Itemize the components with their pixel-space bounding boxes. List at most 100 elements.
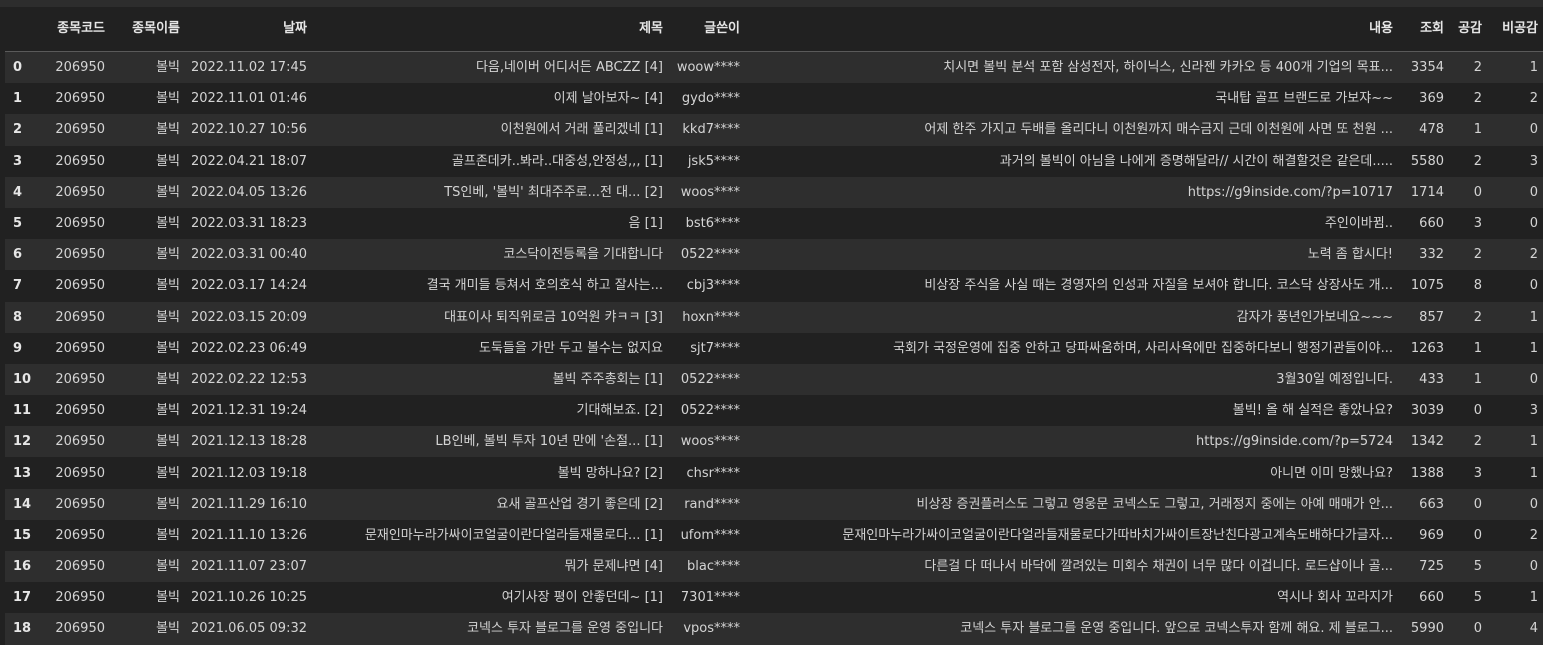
cell-content: 치시면 볼빅 분석 포함 삼성전자, 하이닉스, 신라젠 카카오 등 400개 … [943, 60, 1393, 76]
cell-title: 골프존데카..봐라..대중성,안정성,,, [1] [451, 153, 663, 169]
cell-likes: 1 [1473, 340, 1482, 356]
cell-date: 2021.06.05 09:32 [190, 621, 307, 637]
cell-views: 725 [1419, 559, 1444, 575]
cell-author: 0522**** [680, 403, 740, 419]
cell-stock-name: 볼빅 [156, 247, 180, 263]
header-views: 조회 [1398, 7, 1449, 52]
cell-date: 2021.11.10 13:26 [190, 527, 307, 543]
cell-author: bst6**** [685, 216, 740, 232]
cell-content: 비상장 주식을 사실 때는 경영자의 인성과 자질을 보셔야 합니다. 코스닥 … [924, 278, 1393, 294]
cell-views: 433 [1419, 371, 1444, 387]
cell-stock-name: 볼빅 [156, 434, 180, 450]
cell-dislikes: 2 [1529, 527, 1538, 543]
cell-content: 노력 좀 합시다! [1307, 247, 1393, 263]
cell-stock-code: 206950 [55, 278, 105, 294]
table-row: 7 206950 볼빅 2022.03.17 14:24 결국 개미들 등쳐서 … [5, 270, 1543, 302]
cell-title: TS인베, '볼빅' 최대주주로...전 대... [2] [444, 184, 663, 200]
cell-views: 663 [1419, 496, 1444, 512]
cell-date: 2022.10.27 10:56 [190, 122, 307, 138]
cell-stock-code: 206950 [55, 590, 105, 606]
cell-title: 결국 개미들 등쳐서 호의호식 하고 잘사는... [426, 278, 663, 294]
row-index: 12 [13, 434, 32, 450]
cell-stock-name: 볼빅 [156, 527, 180, 543]
table-row: 2 206950 볼빅 2022.10.27 10:56 이천원에서 거래 풀리… [5, 114, 1543, 146]
cell-stock-name: 볼빅 [156, 216, 180, 232]
cell-author: gydo**** [681, 91, 740, 107]
table-row: 17 206950 볼빅 2021.10.26 10:25 여기사장 평이 안좋… [5, 582, 1543, 614]
cell-likes: 2 [1473, 309, 1482, 325]
cell-content: https://g9inside.com/?p=10717 [1187, 184, 1393, 200]
cell-date: 2022.04.05 13:26 [190, 184, 307, 200]
cell-date: 2022.11.01 01:46 [190, 91, 307, 107]
cell-likes: 3 [1473, 216, 1482, 232]
row-index: 0 [13, 60, 23, 76]
header-likes: 공감 [1449, 7, 1487, 52]
cell-likes: 0 [1473, 621, 1482, 637]
cell-stock-code: 206950 [55, 247, 105, 263]
cell-views: 969 [1419, 527, 1444, 543]
cell-stock-code: 206950 [55, 91, 105, 107]
cell-dislikes: 2 [1529, 91, 1538, 107]
cell-stock-name: 볼빅 [156, 403, 180, 419]
cell-stock-code: 206950 [55, 340, 105, 356]
row-index: 11 [13, 403, 32, 419]
cell-title: 여기사장 평이 안좋던데~ [1] [501, 590, 663, 606]
cell-views: 478 [1419, 122, 1444, 138]
cell-stock-code: 206950 [55, 465, 105, 481]
header-stock-name: 종목이름 [110, 7, 185, 52]
cell-likes: 1 [1473, 122, 1482, 138]
cell-dislikes: 1 [1529, 309, 1538, 325]
cell-author: 7301**** [680, 590, 740, 606]
cell-views: 1388 [1410, 465, 1444, 481]
cell-content: 비상장 증권플러스도 그렇고 영웅문 코넥스도 그렇고, 거래정지 중에는 아예… [916, 496, 1393, 512]
cell-likes: 2 [1473, 60, 1482, 76]
table-row: 8 206950 볼빅 2022.03.15 20:09 대표이사 퇴직위로금 … [5, 301, 1543, 333]
cell-content: 아니면 이미 망했나요? [1270, 465, 1393, 481]
row-index: 3 [13, 153, 23, 169]
table-row: 1 206950 볼빅 2022.11.01 01:46 이제 날아보자~ [4… [5, 83, 1543, 115]
cell-likes: 0 [1473, 184, 1482, 200]
table-row: 9 206950 볼빅 2022.02.23 06:49 도둑들을 가만 두고 … [5, 332, 1543, 364]
cell-title: 볼빅 주주총회는 [1] [552, 371, 663, 387]
row-index: 14 [13, 496, 32, 512]
cell-content: 국내탑 골프 브랜드로 가보쟈~~ [1215, 91, 1393, 107]
cell-dislikes: 1 [1529, 434, 1538, 450]
cell-content: 주인이바뀜.. [1324, 216, 1393, 232]
table-row: 18 206950 볼빅 2021.06.05 09:32 코넥스 투자 블로그… [5, 613, 1543, 645]
table-row: 11 206950 볼빅 2021.12.31 19:24 기대해보죠. [2]… [5, 395, 1543, 427]
table-row: 13 206950 볼빅 2021.12.03 19:18 볼빅 망하나요? [… [5, 457, 1543, 489]
row-index: 1 [13, 91, 23, 107]
cell-author: 0522**** [680, 247, 740, 263]
cell-date: 2021.11.29 16:10 [190, 496, 307, 512]
cell-stock-name: 볼빅 [156, 559, 180, 575]
cell-views: 369 [1419, 91, 1444, 107]
cell-title: 도둑들을 가만 두고 볼수는 없지요 [479, 340, 663, 356]
cell-content: 어제 한주 가지고 두배를 올리다니 이천원까지 매수금지 근데 이천원에 사면… [924, 122, 1393, 138]
cell-stock-code: 206950 [55, 309, 105, 325]
cell-title: 이제 날아보자~ [4] [553, 91, 663, 107]
cell-stock-name: 볼빅 [156, 60, 180, 76]
cell-author: chsr**** [686, 465, 740, 481]
cell-views: 857 [1419, 309, 1444, 325]
table-row: 12 206950 볼빅 2021.12.13 18:28 LB인베, 볼빅 투… [5, 426, 1543, 458]
cell-dislikes: 0 [1529, 559, 1538, 575]
row-index: 6 [13, 247, 23, 263]
cell-date: 2022.03.17 14:24 [190, 278, 307, 294]
cell-dislikes: 0 [1529, 216, 1538, 232]
cell-content: 역시나 회사 꼬라지가 [1277, 590, 1393, 606]
cell-date: 2021.10.26 10:25 [190, 590, 307, 606]
table-row: 15 206950 볼빅 2021.11.10 13:26 문재인마누라가싸이코… [5, 519, 1543, 551]
cell-dislikes: 3 [1529, 153, 1538, 169]
cell-likes: 5 [1473, 590, 1482, 606]
cell-stock-code: 206950 [55, 621, 105, 637]
cell-views: 660 [1419, 216, 1444, 232]
cell-date: 2022.03.31 00:40 [190, 247, 307, 263]
cell-content: 3월30일 예정입니다. [1276, 371, 1393, 387]
cell-title: 코넥스 투자 블로그를 운영 중입니다 [467, 621, 663, 637]
cell-date: 2022.03.31 18:23 [190, 216, 307, 232]
row-index: 15 [13, 527, 32, 543]
cell-author: 0522**** [680, 371, 740, 387]
cell-views: 660 [1419, 590, 1444, 606]
table-row: 16 206950 볼빅 2021.11.07 23:07 뭐가 문제냐면 [4… [5, 551, 1543, 583]
row-index: 2 [13, 122, 23, 138]
